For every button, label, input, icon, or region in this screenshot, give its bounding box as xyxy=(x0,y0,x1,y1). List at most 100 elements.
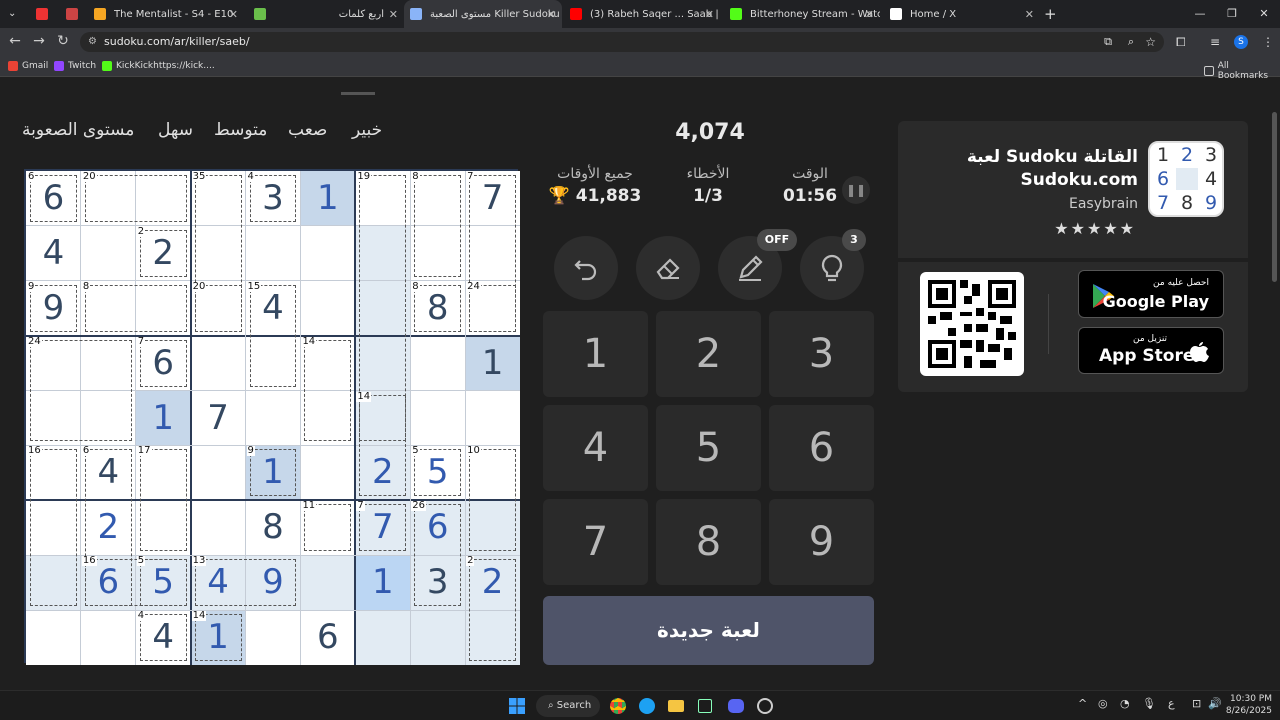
tab-list-dropdown-icon[interactable]: ⌄ xyxy=(8,8,16,19)
close-tab-icon[interactable]: ✕ xyxy=(389,8,398,21)
board-cell[interactable] xyxy=(410,610,466,665)
number-button[interactable]: 2 xyxy=(656,311,761,397)
install-app-icon[interactable]: ⧉ xyxy=(1104,32,1112,52)
microphone-icon[interactable]: 🎙 xyxy=(1142,697,1156,710)
cell-value xyxy=(300,281,355,336)
board-cell[interactable] xyxy=(190,445,246,501)
close-tab-icon[interactable]: ✕ xyxy=(547,8,556,21)
chrome-icon[interactable] xyxy=(610,698,626,714)
close-tab-icon[interactable]: ✕ xyxy=(229,8,238,21)
app-store-button[interactable]: تنزيل من App Store xyxy=(1078,327,1224,374)
board-cell[interactable] xyxy=(465,390,520,446)
reload-icon[interactable]: ↻ xyxy=(54,33,72,49)
board-cell[interactable] xyxy=(410,335,466,391)
board-cell[interactable] xyxy=(190,335,246,391)
tab-four-words[interactable]: أربع كلمات ✕ xyxy=(248,0,404,28)
board-cell[interactable] xyxy=(26,610,81,665)
board-cell[interactable] xyxy=(80,610,136,665)
new-tab-icon[interactable]: + xyxy=(1044,5,1057,23)
tab-pinned-2[interactable] xyxy=(60,0,84,28)
board-cell[interactable]: 1 xyxy=(135,390,191,446)
extensions-icon[interactable]: ⧠ xyxy=(1176,35,1186,50)
number-button[interactable]: 3 xyxy=(769,311,874,397)
tab-kick[interactable]: Bitterhoney Stream - Watch Live✕ xyxy=(724,0,880,28)
number-button[interactable]: 8 xyxy=(656,499,761,585)
volume-icon[interactable]: 🔊 xyxy=(1208,697,1222,710)
tab-x-home[interactable]: Home / X ✕ xyxy=(884,0,1040,28)
board-cell[interactable] xyxy=(300,555,356,611)
board-cell[interactable]: 8 xyxy=(245,500,301,556)
board-cell[interactable] xyxy=(300,225,356,281)
url-field[interactable]: ⚙ sudoku.com/ar/killer/saeb/ ⧉ ⌕ ☆ xyxy=(80,32,1164,52)
board-cell[interactable]: 1 xyxy=(465,335,520,391)
tray-icon-1[interactable]: ◎ xyxy=(1098,697,1108,710)
tab-mentalist[interactable]: The Mentalist - S4 - E10 ✕ xyxy=(88,0,244,28)
tab-pinned-1[interactable] xyxy=(30,0,54,28)
bookmark-twitch[interactable]: Twitch xyxy=(54,61,96,71)
level-easy[interactable]: سهل xyxy=(158,120,193,140)
bookmark-kick[interactable]: KickKickhttps://kick.... xyxy=(102,61,215,71)
clock[interactable]: 10:30 PM 8/26/2025 xyxy=(1222,693,1272,717)
board-cell[interactable]: 4 xyxy=(26,225,81,281)
network-icon[interactable]: ⊡ xyxy=(1192,697,1201,710)
close-tab-icon[interactable]: ✕ xyxy=(705,8,714,21)
number-button[interactable]: 1 xyxy=(543,311,648,397)
close-tab-icon[interactable]: ✕ xyxy=(865,8,874,21)
edge-icon[interactable] xyxy=(639,698,655,714)
menu-icon[interactable]: ⋮ xyxy=(1262,35,1274,49)
site-info-icon[interactable]: ⚙ xyxy=(88,32,97,52)
board-cell[interactable] xyxy=(245,610,301,665)
level-hard[interactable]: صعب xyxy=(288,120,327,140)
app-icon-circle[interactable] xyxy=(757,698,773,714)
windows-start-icon[interactable] xyxy=(509,698,525,714)
close-window-icon[interactable]: ✕ xyxy=(1248,0,1280,28)
board-cell[interactable] xyxy=(80,225,136,281)
language-indicator-icon[interactable]: ع xyxy=(1168,697,1175,710)
back-icon[interactable]: ← xyxy=(6,33,24,49)
google-play-button[interactable]: احصل عليه من Google Play xyxy=(1078,270,1224,318)
tray-chevron-icon[interactable]: ^ xyxy=(1078,697,1087,710)
number-button[interactable]: 5 xyxy=(656,405,761,491)
restore-icon[interactable]: ❐ xyxy=(1216,0,1248,28)
bookmark-gmail[interactable]: Gmail xyxy=(8,61,48,71)
board-cell[interactable] xyxy=(300,280,356,336)
board-cell[interactable] xyxy=(410,390,466,446)
taskbar-search[interactable]: ⌕ Search xyxy=(536,695,600,717)
discord-icon[interactable] xyxy=(728,699,744,713)
media-control-icon[interactable]: ≡ xyxy=(1210,35,1220,49)
board-cell[interactable]: 6 xyxy=(300,610,356,665)
board-cell[interactable] xyxy=(355,610,411,665)
undo-button[interactable] xyxy=(554,236,618,300)
bookmark-star-icon[interactable]: ☆ xyxy=(1145,32,1156,52)
close-tab-icon[interactable]: ✕ xyxy=(1025,8,1034,21)
zoom-icon[interactable]: ⌕ xyxy=(1128,32,1134,52)
board-cell[interactable] xyxy=(190,500,246,556)
level-medium[interactable]: متوسط xyxy=(214,120,267,140)
tab-killer-sudoku[interactable]: مستوى الصعبة Killer Sudoku - ...✕ xyxy=(404,0,562,28)
file-explorer-icon[interactable] xyxy=(668,700,684,712)
board-cell[interactable] xyxy=(245,390,301,446)
pause-button[interactable]: ❚❚ xyxy=(842,176,870,204)
new-game-button[interactable]: لعبة جديدة xyxy=(543,596,874,665)
board-cell[interactable] xyxy=(300,445,356,501)
tray-icon-2[interactable]: ◔ xyxy=(1120,697,1130,710)
level-expert[interactable]: خبير xyxy=(352,120,382,140)
number-button[interactable]: 4 xyxy=(543,405,648,491)
cage-sum: 19 xyxy=(356,171,372,182)
number-button[interactable]: 9 xyxy=(769,499,874,585)
app-icon-excel[interactable] xyxy=(698,699,712,713)
profile-avatar[interactable]: S xyxy=(1234,35,1248,49)
board-cell[interactable]: 7 xyxy=(190,390,246,446)
minimize-icon[interactable]: — xyxy=(1184,0,1216,28)
forward-icon[interactable]: → xyxy=(30,33,48,49)
number-button[interactable]: 7 xyxy=(543,499,648,585)
page-scrollbar[interactable] xyxy=(1272,112,1277,282)
board-cell[interactable] xyxy=(245,225,301,281)
number-button[interactable]: 6 xyxy=(769,405,874,491)
cage-sum: 5 xyxy=(411,445,420,457)
erase-button[interactable] xyxy=(636,236,700,300)
qr-code[interactable] xyxy=(920,272,1024,376)
board-cell[interactable]: 1 xyxy=(355,555,411,611)
tab-youtube[interactable]: (3) Rabeh Saqer ... Saab | ... ✕ xyxy=(564,0,720,28)
board-cell[interactable]: 1 xyxy=(300,171,356,226)
